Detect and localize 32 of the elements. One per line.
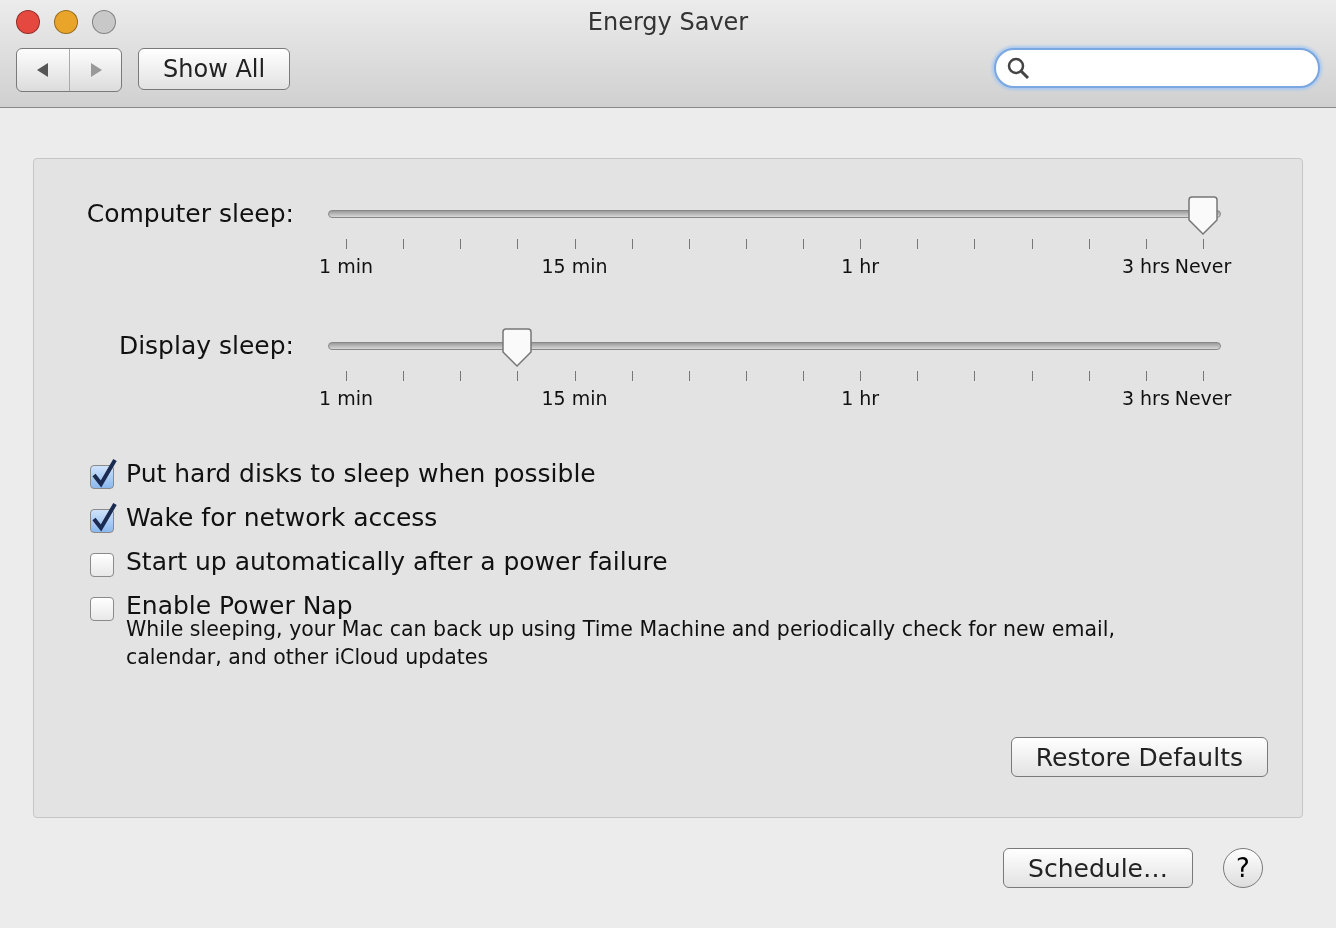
tick-label: 15 min bbox=[541, 255, 608, 277]
help-button[interactable]: ? bbox=[1223, 848, 1263, 888]
search-field[interactable] bbox=[994, 48, 1320, 88]
slider[interactable] bbox=[328, 196, 1221, 236]
restore-defaults-button[interactable]: Restore Defaults bbox=[1010, 737, 1268, 777]
checkbox-label[interactable]: Enable Power Nap bbox=[126, 590, 353, 620]
tick-label: 1 min bbox=[319, 387, 373, 409]
close-button[interactable] bbox=[16, 10, 40, 34]
slider-thumb[interactable] bbox=[500, 328, 535, 368]
slider-label: Display sleep: bbox=[117, 330, 295, 360]
search-icon bbox=[1006, 56, 1030, 80]
checkbox-label[interactable]: Wake for network access bbox=[126, 502, 438, 532]
tick-label: 1 hr bbox=[841, 255, 880, 277]
tick-label: 15 min bbox=[541, 387, 608, 409]
tick-label: 1 hr bbox=[841, 387, 880, 409]
schedule-button[interactable]: Schedule… bbox=[1003, 848, 1193, 888]
checkbox[interactable] bbox=[90, 457, 118, 489]
minimize-button[interactable] bbox=[54, 10, 78, 34]
tick-label: Never bbox=[1174, 255, 1232, 277]
slider-thumb[interactable] bbox=[1186, 196, 1220, 236]
checkbox-label[interactable]: Put hard disks to sleep when possible bbox=[126, 458, 596, 488]
slider-label: Computer sleep: bbox=[85, 198, 295, 228]
slider[interactable] bbox=[328, 328, 1221, 368]
checkbox-label[interactable]: Start up automatically after a power failure bbox=[126, 546, 668, 576]
zoom-button[interactable] bbox=[92, 10, 116, 34]
tick-label: 3 hrs bbox=[1121, 387, 1170, 409]
show-all-button[interactable]: Show All bbox=[138, 48, 291, 90]
checkbox[interactable] bbox=[90, 501, 118, 533]
tick-label: 3 hrs bbox=[1121, 255, 1170, 277]
tick-label: Never bbox=[1174, 387, 1232, 409]
window-title: Energy Saver bbox=[587, 8, 749, 36]
tick-label: 1 min bbox=[319, 255, 373, 277]
